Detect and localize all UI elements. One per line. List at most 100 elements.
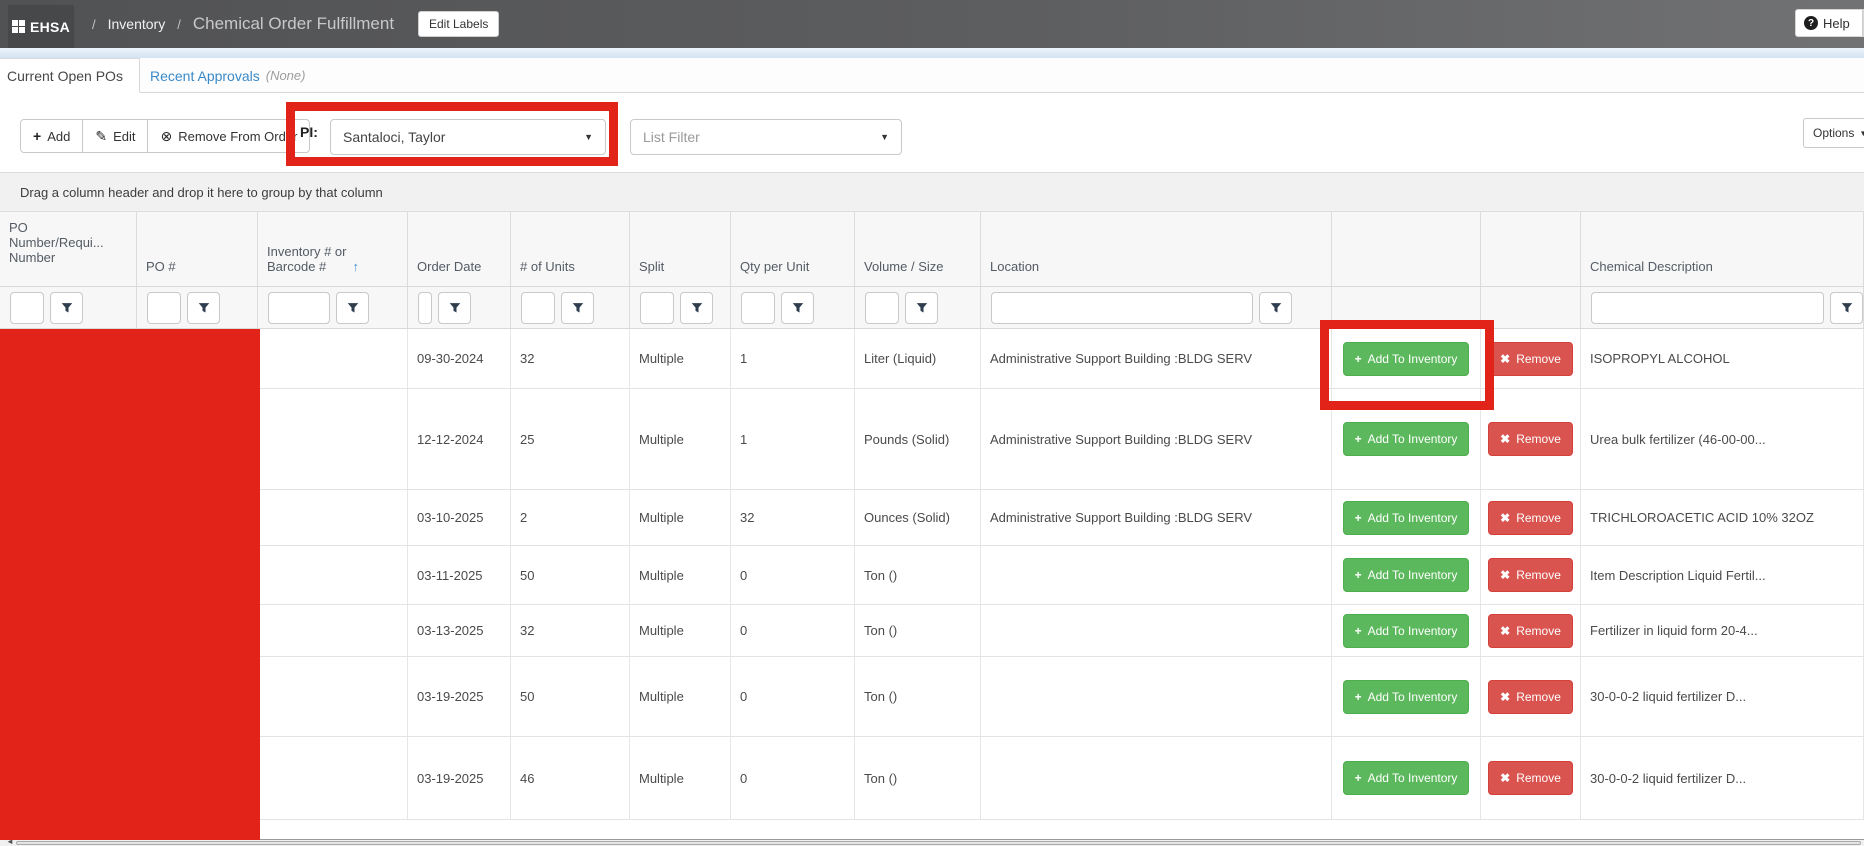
- caret-down-icon: ▼: [880, 132, 889, 142]
- cell-remove-action: ✖ Remove: [1481, 389, 1581, 489]
- column-header-po-number-requisition[interactable]: PO Number/Requi... Number: [0, 212, 137, 286]
- remove-label: Remove: [1516, 624, 1561, 638]
- x-icon: ✖: [1500, 432, 1510, 446]
- cell-volume-size: Ton (): [855, 657, 981, 736]
- filter-button-chemical-description[interactable]: [1830, 292, 1863, 324]
- cell-units: 50: [511, 657, 630, 736]
- column-header-chemical-description[interactable]: Chemical Description: [1581, 212, 1864, 286]
- table-row[interactable]: 03-19-2025 46 Multiple 0 Ton () + Add To…: [0, 737, 1864, 820]
- remove-button[interactable]: ✖ Remove: [1488, 614, 1573, 648]
- cell-volume-size: Liter (Liquid): [855, 329, 981, 388]
- remove-button[interactable]: ✖ Remove: [1488, 501, 1573, 535]
- help-button[interactable]: ? Help: [1796, 10, 1858, 36]
- grid-body: 09-30-2024 32 Multiple 1 Liter (Liquid) …: [0, 329, 1864, 820]
- cell-qty-per-unit: 0: [731, 737, 855, 819]
- column-header-po[interactable]: PO #: [137, 212, 258, 286]
- tab-recent-approvals[interactable]: Recent Approvals (None): [140, 58, 315, 93]
- plus-icon: +: [1355, 690, 1362, 704]
- add-to-inventory-label: Add To Inventory: [1368, 432, 1458, 446]
- add-to-inventory-button[interactable]: + Add To Inventory: [1343, 680, 1470, 714]
- filter-cell-barcode: [258, 287, 408, 328]
- remove-button[interactable]: ✖ Remove: [1488, 680, 1573, 714]
- filter-button-location[interactable]: [1259, 292, 1292, 324]
- filter-input-po-number[interactable]: [10, 292, 44, 324]
- plus-icon: +: [33, 128, 41, 144]
- filter-button-qty-per-unit[interactable]: [781, 292, 814, 324]
- column-header-inventory-barcode[interactable]: Inventory # or Barcode # ↑: [258, 212, 408, 286]
- filter-button-po-number[interactable]: [50, 292, 83, 324]
- remove-button[interactable]: ✖ Remove: [1488, 761, 1573, 795]
- add-to-inventory-button[interactable]: + Add To Inventory: [1343, 614, 1470, 648]
- remove-button[interactable]: ✖ Remove: [1488, 558, 1573, 592]
- remove-label: Remove: [1516, 690, 1561, 704]
- table-row[interactable]: 03-19-2025 50 Multiple 0 Ton () + Add To…: [0, 657, 1864, 737]
- brand-logo[interactable]: EHSA: [8, 5, 74, 48]
- filter-button-order-date[interactable]: [438, 292, 471, 324]
- list-filter-select[interactable]: List Filter ▼: [630, 119, 902, 155]
- filter-button-barcode[interactable]: [336, 292, 369, 324]
- column-header-remove-actions: [1481, 212, 1581, 286]
- sort-ascending-icon: ↑: [353, 259, 360, 274]
- partial-row: [0, 820, 1864, 840]
- filter-button-split[interactable]: [680, 292, 713, 324]
- table-row[interactable]: 03-10-2025 2 Multiple 32 Ounces (Solid) …: [0, 490, 1864, 546]
- cell-units: 46: [511, 737, 630, 819]
- column-header-order-date[interactable]: Order Date: [408, 212, 511, 286]
- filter-input-po[interactable]: [147, 292, 181, 324]
- column-header-units[interactable]: # of Units: [511, 212, 630, 286]
- cell-volume-size: Pounds (Solid): [855, 389, 981, 489]
- x-icon: ✖: [1500, 771, 1510, 785]
- table-row[interactable]: 03-11-2025 50 Multiple 0 Ton () + Add To…: [0, 546, 1864, 605]
- filter-input-units[interactable]: [521, 292, 555, 324]
- remove-button[interactable]: ✖ Remove: [1488, 422, 1573, 456]
- options-button[interactable]: Options ▼: [1803, 118, 1864, 148]
- group-drop-panel[interactable]: Drag a column header and drop it here to…: [0, 172, 1864, 212]
- edit-labels-button[interactable]: Edit Labels: [418, 11, 499, 37]
- cell-location: [981, 737, 1332, 819]
- cell-order-date: 12-12-2024: [408, 389, 511, 489]
- filter-button-units[interactable]: [561, 292, 594, 324]
- horizontal-scrollbar-thumb[interactable]: [16, 841, 1861, 845]
- table-row[interactable]: 03-13-2025 32 Multiple 0 Ton () + Add To…: [0, 605, 1864, 657]
- filter-input-qty-per-unit[interactable]: [741, 292, 775, 324]
- column-header-volume-size[interactable]: Volume / Size: [855, 212, 981, 286]
- add-to-inventory-button[interactable]: + Add To Inventory: [1343, 422, 1470, 456]
- remove-button[interactable]: ✖ Remove: [1488, 342, 1573, 376]
- plus-icon: +: [1355, 624, 1362, 638]
- filter-cell-po-number: [0, 287, 137, 328]
- x-icon: ✖: [1500, 352, 1510, 366]
- filter-input-split[interactable]: [640, 292, 674, 324]
- filter-button-volume-size[interactable]: [905, 292, 938, 324]
- cell-volume-size: Ounces (Solid): [855, 490, 981, 545]
- table-row[interactable]: 12-12-2024 25 Multiple 1 Pounds (Solid) …: [0, 389, 1864, 490]
- column-header-split[interactable]: Split: [630, 212, 731, 286]
- horizontal-scrollbar[interactable]: ◄: [0, 839, 1864, 846]
- annotation-box-add-to-inventory: [1320, 320, 1494, 410]
- add-to-inventory-label: Add To Inventory: [1368, 511, 1458, 525]
- filter-input-chemical-description[interactable]: [1591, 292, 1824, 324]
- filter-button-po[interactable]: [187, 292, 220, 324]
- breadcrumb-inventory[interactable]: Inventory: [108, 16, 166, 32]
- add-to-inventory-button[interactable]: + Add To Inventory: [1343, 761, 1470, 795]
- table-row[interactable]: 09-30-2024 32 Multiple 1 Liter (Liquid) …: [0, 329, 1864, 389]
- remove-label: Remove: [1516, 511, 1561, 525]
- filter-input-volume-size[interactable]: [865, 292, 899, 324]
- cell-split: Multiple: [630, 329, 731, 388]
- funnel-icon: [61, 302, 73, 314]
- cell-split: Multiple: [630, 657, 731, 736]
- add-button[interactable]: + Add: [20, 119, 83, 153]
- edit-button[interactable]: ✎ Edit: [82, 119, 148, 153]
- cell-location: [981, 605, 1332, 656]
- add-to-inventory-button[interactable]: + Add To Inventory: [1343, 558, 1470, 592]
- tab-current-open-pos[interactable]: Current Open POs: [0, 58, 140, 93]
- filter-input-location[interactable]: [991, 292, 1253, 324]
- column-header-qty-per-unit[interactable]: Qty per Unit: [731, 212, 855, 286]
- filter-input-barcode[interactable]: [268, 292, 330, 324]
- column-header-location[interactable]: Location: [981, 212, 1332, 286]
- add-to-inventory-button[interactable]: + Add To Inventory: [1343, 501, 1470, 535]
- cell-units: 50: [511, 546, 630, 604]
- x-icon: ✖: [1500, 690, 1510, 704]
- circle-x-icon: ⊗: [160, 128, 172, 145]
- filter-input-order-date[interactable]: [418, 292, 432, 324]
- cell-split: Multiple: [630, 605, 731, 656]
